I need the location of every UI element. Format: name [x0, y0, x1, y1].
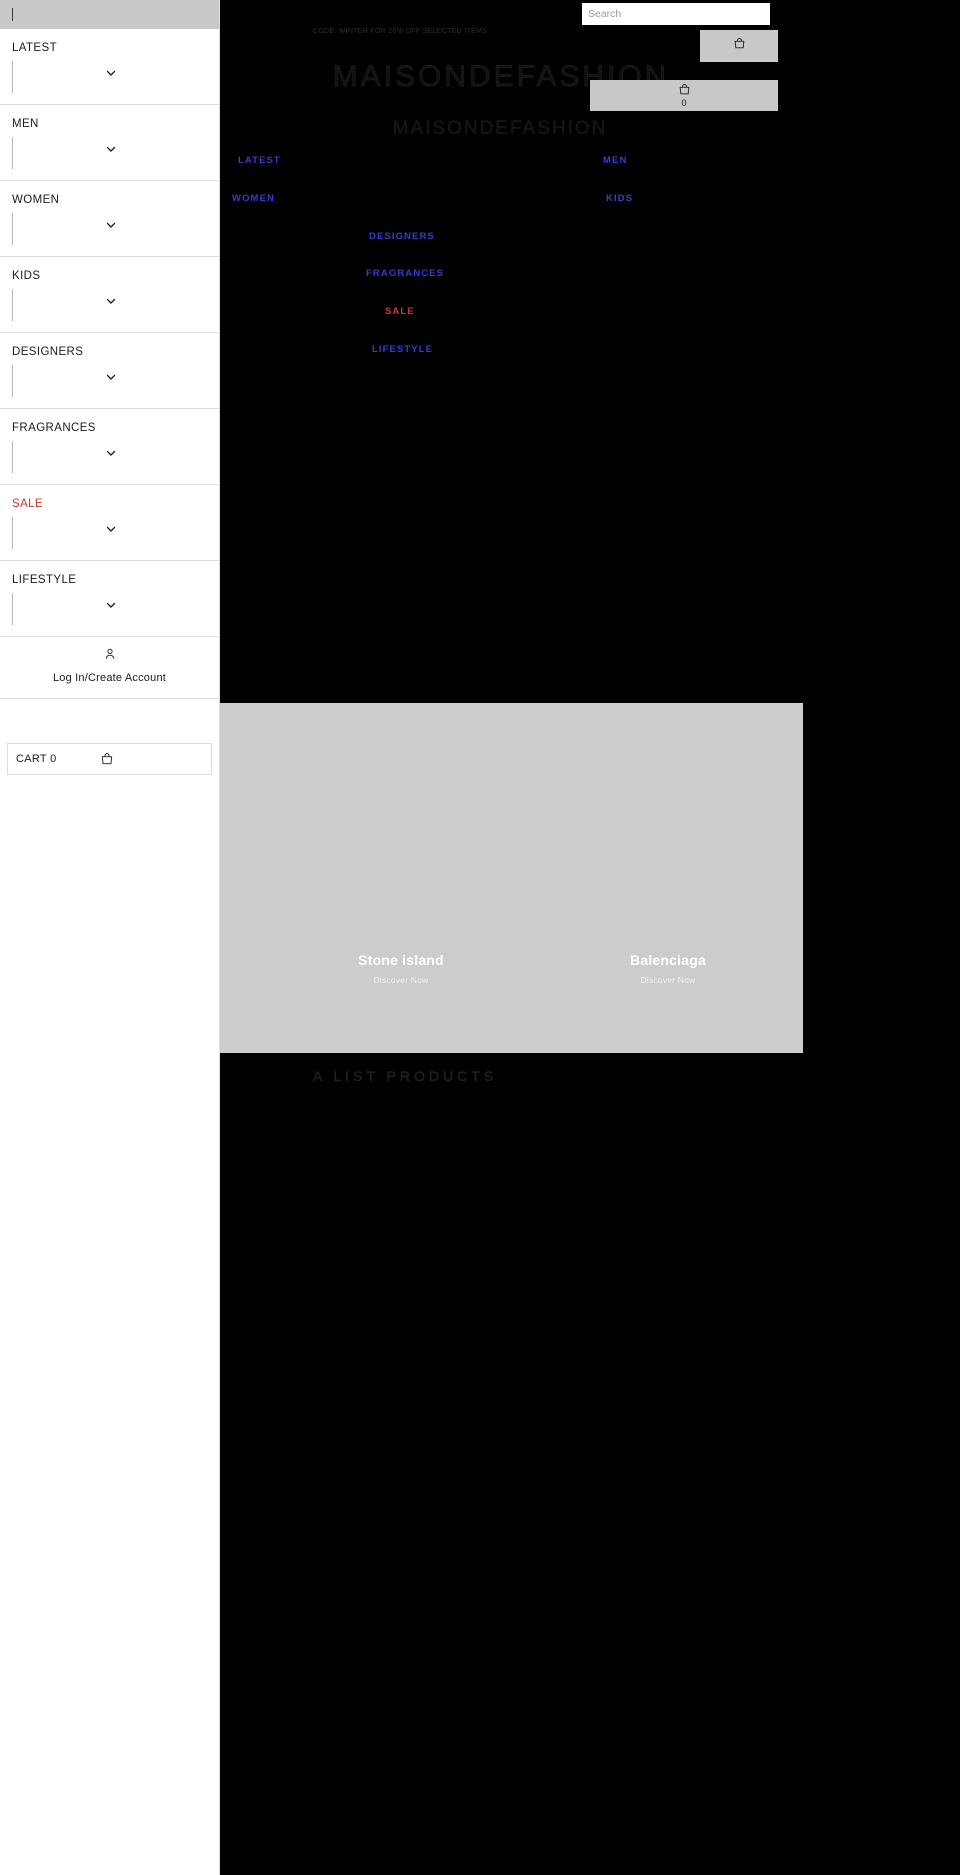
promo-banner: CODE: WINTER FOR 20% OFF SELECTED ITEMS: [312, 28, 488, 35]
cart-count: 0: [681, 97, 687, 108]
sidebar-item-rule: [12, 593, 13, 625]
chevron-down-icon[interactable]: [105, 371, 117, 383]
shopping-bag-icon: [678, 83, 691, 98]
page-root: CODE: WINTER FOR 20% OFF SELECTED ITEMS …: [0, 0, 960, 1875]
search-input[interactable]: [582, 3, 770, 25]
nav-link-sale[interactable]: SALE: [385, 306, 415, 317]
sidebar-item-rule: [12, 517, 13, 549]
sidebar-item-label: MEN: [12, 118, 39, 130]
section-heading-a-list: A LIST PRODUCTS: [312, 1068, 498, 1084]
sidebar-item-label: LIFESTYLE: [12, 574, 77, 586]
sidebar-item-label: DESIGNERS: [12, 346, 84, 358]
chevron-down-icon[interactable]: [105, 143, 117, 155]
sidebar-item-account[interactable]: Log In/Create Account: [0, 637, 219, 699]
sidebar-search-bar[interactable]: [0, 0, 219, 29]
sidebar-item-label: WOMEN: [12, 194, 60, 206]
sidebar-item-label: SALE: [12, 498, 44, 510]
chevron-down-icon[interactable]: [105, 295, 117, 307]
hero-card-cta[interactable]: Discover Now: [568, 975, 768, 985]
sidebar-item-label: KIDS: [12, 270, 41, 282]
text-cursor-icon: [12, 8, 13, 21]
sidebar-item-rule: [12, 289, 13, 321]
chevron-down-icon[interactable]: [105, 523, 117, 535]
sidebar-item-rule: [12, 213, 13, 245]
search-field-wrapper: [582, 3, 770, 25]
nav-link-designers[interactable]: DESIGNERS: [369, 231, 435, 242]
cart-button-small[interactable]: [700, 30, 778, 62]
sidebar-item-designers[interactable]: DESIGNERS: [0, 333, 219, 409]
chevron-down-icon[interactable]: [105, 219, 117, 231]
site-logo-secondary: MAISONDEFASHION: [392, 118, 608, 139]
hero-card-title: Stone island: [358, 952, 444, 968]
hero-banner: Stone island Discover Now Balenciaga Discov…: [220, 703, 803, 1053]
hero-card-cta[interactable]: Discover Now: [301, 975, 501, 985]
sidebar-item-rule: [12, 137, 13, 169]
chevron-down-icon[interactable]: [105, 599, 117, 611]
shopping-bag-icon: [100, 752, 114, 771]
nav-link-fragrances[interactable]: FRAGRANCES: [366, 268, 444, 279]
nav-link-women[interactable]: WOMEN: [232, 193, 275, 204]
sidebar-item-fragrances[interactable]: FRAGRANCES: [0, 409, 219, 485]
sidebar-item-latest[interactable]: LATEST: [0, 29, 219, 105]
sidebar-cart-label: CART 0: [16, 753, 57, 765]
nav-link-kids[interactable]: KIDS: [606, 193, 633, 204]
sidebar-item-sale[interactable]: SALE: [0, 485, 219, 561]
nav-link-men[interactable]: MEN: [603, 155, 627, 166]
sidebar-item-women[interactable]: WOMEN: [0, 181, 219, 257]
primary-nav: LATEST MEN WOMEN KIDS DESIGNERS FRAGRANCES SAL…: [220, 155, 960, 375]
sidebar-item-label: LATEST: [12, 42, 58, 54]
cart-button-large[interactable]: 0: [590, 80, 778, 111]
sidebar-item-rule: [12, 365, 13, 397]
sidebar-item-label: FRAGRANCES: [12, 422, 96, 434]
sidebar-item-men[interactable]: MEN: [0, 105, 219, 181]
shopping-bag-icon: [733, 37, 746, 55]
sidebar-item-rule: [12, 441, 13, 473]
sidebar-item-rule: [12, 61, 13, 93]
hero-card-title: Balenciaga: [630, 952, 706, 968]
user-icon: [0, 647, 219, 666]
hero-card: Stone island Discover Now: [301, 951, 501, 985]
sidebar-item-kids[interactable]: KIDS: [0, 257, 219, 333]
sidebar-item-lifestyle[interactable]: LIFESTYLE: [0, 561, 219, 637]
sidebar-account-label: Log In/Create Account: [52, 672, 167, 684]
hero-card: Balenciaga Discover Now: [568, 951, 768, 985]
nav-link-latest[interactable]: LATEST: [238, 155, 281, 166]
sidebar-menu: LATEST MEN WOMEN KIDS DESIGNERS FRAGRANCES SAL…: [0, 0, 220, 1875]
nav-link-lifestyle[interactable]: LIFESTYLE: [372, 344, 433, 355]
chevron-down-icon[interactable]: [105, 67, 117, 79]
chevron-down-icon[interactable]: [105, 447, 117, 459]
sidebar-cart-button[interactable]: CART 0: [7, 743, 212, 775]
